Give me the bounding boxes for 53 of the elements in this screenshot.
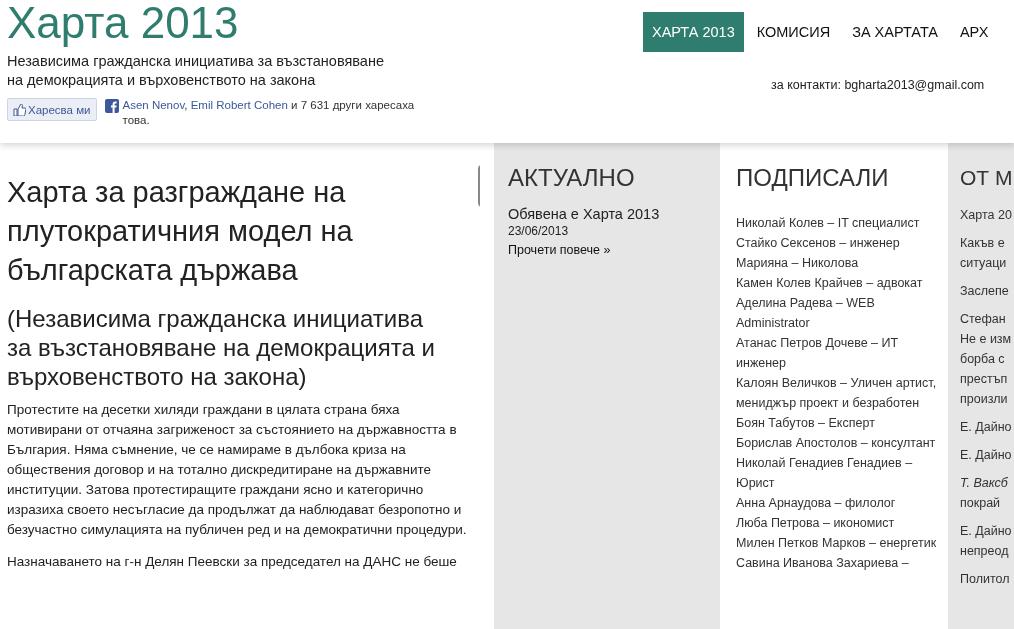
read-more-link[interactable]: Прочети повече »: [508, 243, 611, 257]
article-subtitle: (Независима гражданска инициатива за възстановяване на демокрацията и върховенството на закона): [7, 304, 436, 391]
media-item-text[interactable]: борба с: [960, 349, 1014, 369]
contact-text: за контакти: bgharta2013@gmail.com: [770, 78, 986, 92]
signatory-link[interactable]: Камен Колев Крайчев – адвокат: [736, 273, 948, 293]
media-item-text[interactable]: Политол: [960, 569, 1014, 589]
signatories-heading: ПОДПИСАЛИ: [736, 163, 890, 193]
nav-tab[interactable]: АРХ: [950, 12, 998, 52]
news-heading: АКТУАЛНО: [508, 163, 636, 193]
signatory-link[interactable]: Люба Петрова – икономист: [736, 513, 948, 533]
signatory-link[interactable]: Николай Колев – IT специалист: [736, 213, 948, 233]
article-paragraph: Протестите на десетки хиляди граждани в цялата страна бяха мотивирани от отчаяна загриженост за състоянието на държавността в България. Няма съмнение, че се намираме в дълбока криза на обществения договор и на тотално дискредитиране на държавните институции. Затова протестиращите граждани ясно и категорично изразиха своето несъгласие да продължат да наблюдават безропотно и безучастно симулацията на публичен ред и на демократични процедури.: [7, 401, 468, 539]
facebook-logo-icon: [104, 99, 119, 113]
thumbs-up-icon: [13, 103, 26, 116]
signatory-link[interactable]: Анна Арнаудова – филолог: [736, 493, 948, 513]
nav-tab[interactable]: ЗА ХАРТАТА: [843, 12, 947, 52]
signatory-link[interactable]: Аделина Радева – WEB Administrator: [736, 293, 948, 333]
article-paragraph: Назначаването на г-н Делян Пеевски за председател на ДАНС не беше: [7, 553, 458, 571]
nav-tab[interactable]: ХАРТА 2013: [643, 12, 744, 52]
media-item-text[interactable]: Какъв е: [960, 233, 1014, 253]
site-tagline: на демокрацията и върховенството на закона: [7, 71, 317, 90]
signatory-link[interactable]: Николай Генадиев Генадиев – Юрист: [736, 453, 948, 493]
signatory-link[interactable]: Марияна – Николова: [736, 253, 948, 273]
media-item-text[interactable]: Не е изм: [960, 329, 1014, 349]
signatory-link[interactable]: Борислав Апостолов – консултант: [736, 433, 948, 453]
signatory-link[interactable]: Боян Табутов – Експерт: [736, 413, 948, 433]
media-item-text[interactable]: произли: [960, 389, 1014, 409]
profile-link[interactable]: Emil Robert Cohen: [190, 99, 288, 111]
news-title: Обявена е Харта 2013: [508, 205, 661, 223]
media-item-text[interactable]: Т. Ваксб: [960, 473, 1014, 493]
media-heading: ОТ М: [960, 165, 1014, 191]
signatory-link[interactable]: Калоян Величков – Уличен артист, мениджър проект и безработен: [736, 373, 948, 413]
media-item-text[interactable]: Е. Дайно: [960, 521, 1014, 541]
media-item-text[interactable]: непреод: [960, 541, 1014, 561]
media-item-text[interactable]: покрай: [960, 493, 1014, 513]
media-item-text[interactable]: Е. Дайно: [960, 445, 1014, 465]
signatory-link[interactable]: Стайко Сексенов – инженер: [736, 233, 948, 253]
site-title[interactable]: Харта 2013: [7, 0, 425, 46]
news-date: 23/06/2013: [508, 223, 570, 239]
media-item-text[interactable]: Харта 20: [960, 205, 1014, 225]
media-item-text[interactable]: Заслепе: [960, 281, 1014, 301]
like-button[interactable]: Харесва ми: [7, 98, 97, 121]
nav-tab[interactable]: КОМИСИЯ: [747, 12, 840, 52]
media-item-text[interactable]: ситуаци: [960, 253, 1014, 273]
media-item-text[interactable]: Стефан: [960, 309, 1014, 329]
site-tagline: Независима гражданска инициатива за възстановяване: [7, 52, 385, 71]
signatory-link[interactable]: Милен Петков Марков – енергетик: [736, 533, 948, 553]
signatory-link[interactable]: Атанас Петров Дочеве – ИТ инженер: [736, 333, 948, 373]
likes-text: Asen Nenov, Emil Robert Cohen и 7 631 други харесаха това.: [122, 98, 416, 128]
article-title: Харта за разграждане на плутократичния модел на българската държава: [7, 175, 354, 288]
media-item-text[interactable]: Е. Дайно: [960, 417, 1014, 437]
media-item-text[interactable]: престъп: [960, 369, 1014, 389]
signatory-link[interactable]: Савина Иванова Захариева –: [736, 553, 948, 573]
